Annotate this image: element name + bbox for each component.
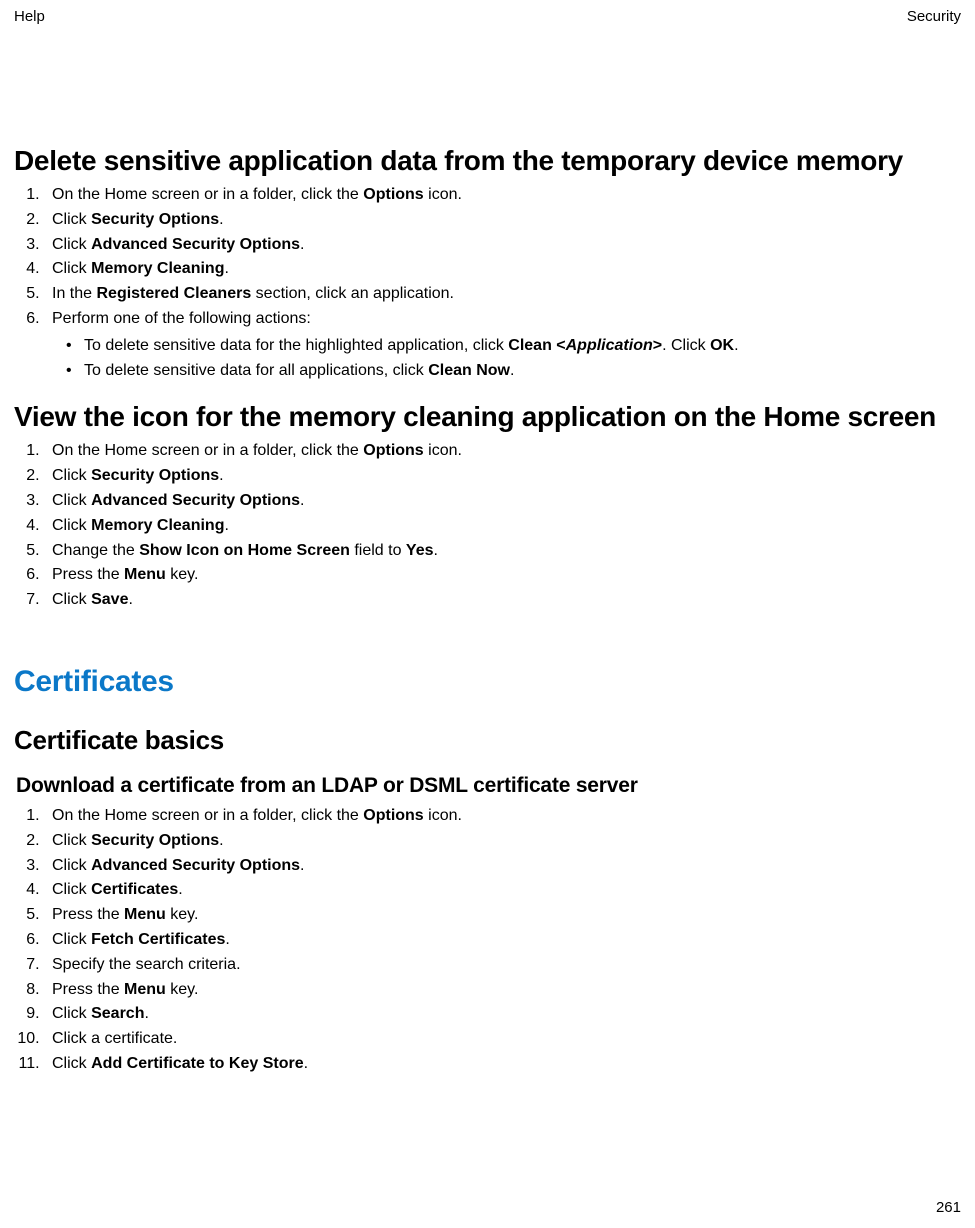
step: Perform one of the following actions: To… (44, 307, 961, 383)
step: Click Security Options. (44, 208, 961, 233)
step: Click Add Certificate to Key Store. (44, 1052, 961, 1077)
step: In the Registered Cleaners section, clic… (44, 282, 961, 307)
substep: To delete sensitive data for the highlig… (66, 334, 961, 359)
section-title-certificates: Certificates (14, 665, 961, 699)
step: Press the Menu key. (44, 903, 961, 928)
step: Click Save. (44, 588, 961, 613)
step: Press the Menu key. (44, 978, 961, 1003)
step: Click Security Options. (44, 464, 961, 489)
page-content: Delete sensitive application data from t… (14, 25, 961, 1077)
step: Click Memory Cleaning. (44, 257, 961, 282)
step: Click Memory Cleaning. (44, 514, 961, 539)
header-left: Help (14, 8, 45, 25)
topic-title-view-icon: View the icon for the memory cleaning ap… (14, 401, 961, 433)
step: Click Search. (44, 1002, 961, 1027)
substep: To delete sensitive data for all applica… (66, 359, 961, 384)
subsection-title-certificate-basics: Certificate basics (14, 725, 961, 756)
step: Change the Show Icon on Home Screen fiel… (44, 539, 961, 564)
page: Help Security Delete sensitive applicati… (0, 0, 975, 1228)
step: Click a certificate. (44, 1027, 961, 1052)
step: On the Home screen or in a folder, click… (44, 804, 961, 829)
step: Click Certificates. (44, 878, 961, 903)
steps-download-cert: On the Home screen or in a folder, click… (14, 804, 961, 1077)
task-title-download-cert: Download a certificate from an LDAP or D… (16, 774, 961, 798)
step: Press the Menu key. (44, 563, 961, 588)
header-right: Security (907, 8, 961, 25)
page-number: 261 (936, 1199, 961, 1216)
topic-title-delete-data: Delete sensitive application data from t… (14, 145, 961, 177)
page-header: Help Security (14, 8, 961, 25)
step: Click Security Options. (44, 829, 961, 854)
step: Specify the search criteria. (44, 953, 961, 978)
step: On the Home screen or in a folder, click… (44, 183, 961, 208)
step: Click Advanced Security Options. (44, 233, 961, 258)
steps-view-icon: On the Home screen or in a folder, click… (14, 439, 961, 613)
substeps: To delete sensitive data for the highlig… (52, 334, 961, 384)
step: On the Home screen or in a folder, click… (44, 439, 961, 464)
step: Click Advanced Security Options. (44, 854, 961, 879)
step: Click Advanced Security Options. (44, 489, 961, 514)
step: Click Fetch Certificates. (44, 928, 961, 953)
steps-delete-data: On the Home screen or in a folder, click… (14, 183, 961, 383)
